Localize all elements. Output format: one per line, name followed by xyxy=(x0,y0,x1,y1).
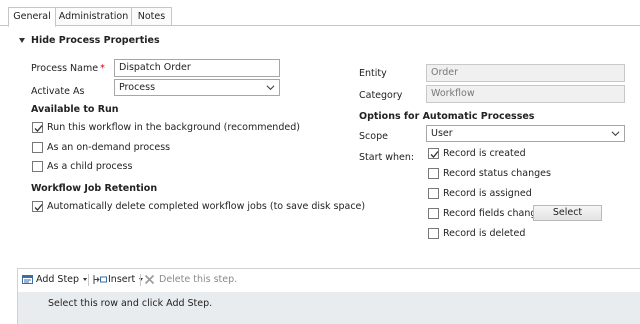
checkbox-run-background[interactable] xyxy=(32,122,43,133)
trigger-label: Record fields change xyxy=(443,208,543,219)
checkbox-child-process[interactable] xyxy=(32,161,43,172)
insert-button[interactable]: Insert xyxy=(93,274,144,285)
tab-administration[interactable]: Administration xyxy=(55,7,132,26)
dropdown-caret-icon xyxy=(83,278,88,281)
checkbox-record-created[interactable] xyxy=(428,148,439,159)
scope-select[interactable]: User xyxy=(426,125,625,142)
option-label: As an on-demand process xyxy=(47,142,171,153)
trigger-fields-change[interactable]: Record fields change xyxy=(428,208,542,219)
delete-step-label: Delete this step. xyxy=(159,274,238,285)
delete-step-button[interactable]: Delete this step. xyxy=(144,274,237,285)
empty-step-row[interactable]: Select this row and click Add Step. xyxy=(18,292,640,324)
checkbox-on-demand[interactable] xyxy=(32,142,43,153)
trigger-label: Record status changes xyxy=(443,168,551,179)
chevron-down-icon xyxy=(611,131,620,137)
add-step-button[interactable]: Add Step xyxy=(22,274,88,285)
trigger-label: Record is deleted xyxy=(443,228,526,239)
chevron-down-icon xyxy=(266,85,275,91)
section-title: Hide Process Properties xyxy=(31,35,160,46)
trigger-record-deleted[interactable]: Record is deleted xyxy=(428,228,525,239)
toolbar-separator xyxy=(140,274,141,286)
checkbox-record-deleted[interactable] xyxy=(428,228,439,239)
trigger-label: Record is created xyxy=(443,148,526,159)
checkmark-icon xyxy=(430,151,439,158)
trigger-record-assigned[interactable]: Record is assigned xyxy=(428,188,532,199)
activate-as-label: Activate As xyxy=(31,86,85,97)
tab-notes[interactable]: Notes xyxy=(131,7,172,26)
trigger-status-changes[interactable]: Record status changes xyxy=(428,168,551,179)
required-marker: * xyxy=(100,63,105,74)
checkbox-record-assigned[interactable] xyxy=(428,188,439,199)
toolbar-separator xyxy=(88,274,89,286)
checkbox-auto-delete[interactable] xyxy=(32,201,43,212)
trigger-record-created[interactable]: Record is created xyxy=(428,148,526,159)
checkbox-status-changes[interactable] xyxy=(428,168,439,179)
process-name-input[interactable]: Dispatch Order xyxy=(114,59,280,77)
automatic-processes-heading: Options for Automatic Processes xyxy=(359,111,535,122)
scope-value: User xyxy=(431,128,453,139)
entity-field: Order xyxy=(426,64,625,82)
activate-as-value: Process xyxy=(119,82,156,93)
retention-heading: Workflow Job Retention xyxy=(31,183,158,194)
collapse-triangle-icon xyxy=(19,38,25,43)
tab-bar: General Administration Notes xyxy=(0,0,640,27)
scope-label: Scope xyxy=(359,131,388,142)
steps-designer: Add Step Insert Delete this step. Select… xyxy=(17,268,640,324)
option-on-demand[interactable]: As an on-demand process xyxy=(32,142,170,153)
option-child-process[interactable]: As a child process xyxy=(32,161,132,172)
entity-label: Entity xyxy=(359,68,387,79)
hide-process-properties-toggle[interactable]: Hide Process Properties xyxy=(19,35,160,46)
insert-label: Insert xyxy=(108,274,136,285)
option-run-background[interactable]: Run this workflow in the background (rec… xyxy=(32,122,300,133)
option-auto-delete[interactable]: Automatically delete completed workflow … xyxy=(32,201,365,212)
checkmark-icon xyxy=(34,125,43,132)
delete-icon xyxy=(144,274,155,285)
category-label: Category xyxy=(359,90,403,101)
category-field: Workflow xyxy=(426,85,625,103)
process-name-label: Process Name * xyxy=(31,63,105,74)
add-step-label: Add Step xyxy=(36,274,80,285)
option-label: Run this workflow in the background (rec… xyxy=(47,122,300,133)
add-step-icon xyxy=(22,275,33,284)
checkbox-fields-change[interactable] xyxy=(428,208,439,219)
option-label: As a child process xyxy=(47,161,133,172)
insert-icon xyxy=(93,275,107,284)
available-to-run-heading: Available to Run xyxy=(31,104,119,115)
checkmark-icon xyxy=(34,204,43,211)
tab-general[interactable]: General xyxy=(8,7,56,27)
steps-toolbar: Add Step Insert Delete this step. xyxy=(18,269,640,291)
option-label: Automatically delete completed workflow … xyxy=(47,201,366,212)
trigger-label: Record is assigned xyxy=(443,188,532,199)
select-fields-button[interactable]: Select xyxy=(533,205,602,221)
empty-step-hint: Select this row and click Add Step. xyxy=(48,298,213,309)
activate-as-select[interactable]: Process xyxy=(114,79,280,96)
start-when-label: Start when: xyxy=(359,152,415,163)
